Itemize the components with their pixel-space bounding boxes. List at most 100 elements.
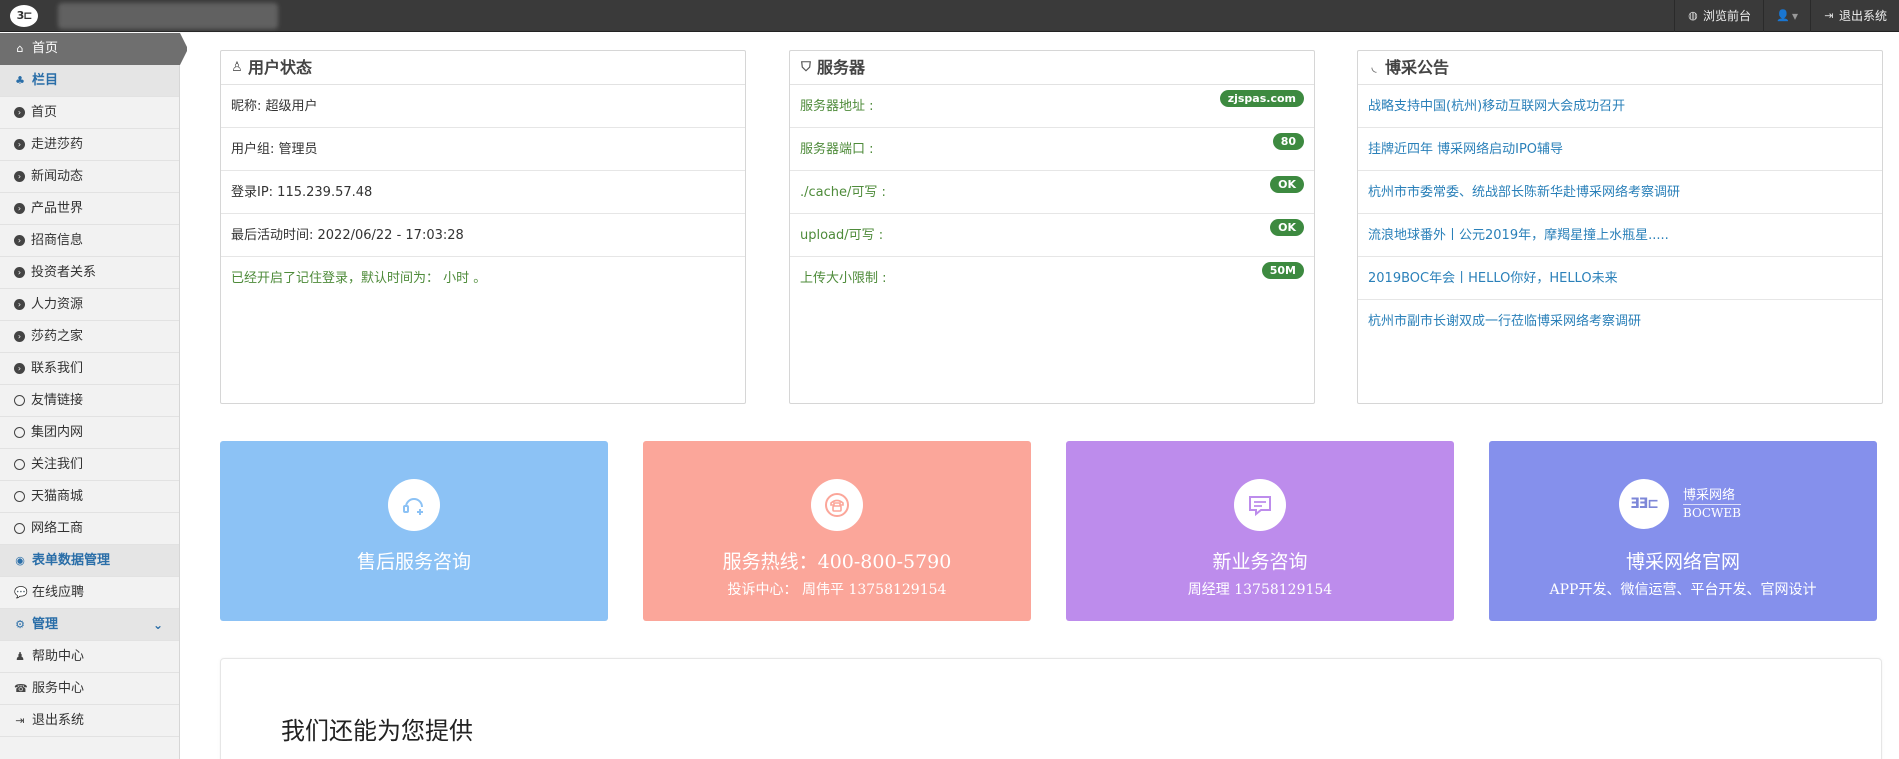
server-info-label: 上传大小限制 : — [800, 271, 887, 286]
sidebar-item-online-application[interactable]: 💬 在线应聘 — [0, 577, 179, 609]
sidebar-item-column[interactable]: › 莎药之家 — [0, 321, 179, 353]
official-site-card[interactable]: ƎƎ⊏ 博采网络 BOCWEB 博采网络官网 APP开发、微信运营、平台开发、官… — [1489, 441, 1877, 621]
sidebar-item-help[interactable]: ♟ 帮助中心 — [0, 641, 179, 673]
sidebar-item-label: 在线应聘 — [32, 584, 85, 600]
sidebar-section-admin[interactable]: ⚙ 管理 ⌄ — [0, 609, 179, 641]
sidebar-item-column[interactable]: › 招商信息 — [0, 225, 179, 257]
sitemap-icon: ♣ — [15, 73, 25, 87]
browse-frontend-link[interactable]: ◍ 浏览前台 — [1673, 0, 1763, 32]
sidebar-item-column[interactable]: › 投资者关系 — [0, 257, 179, 289]
globe-icon: ◉ — [15, 553, 25, 567]
circle-icon — [14, 491, 25, 502]
help-icon: ♟ — [15, 649, 25, 663]
headset-icon — [403, 498, 423, 515]
sidebar-item-column[interactable]: › 联系我们 — [0, 353, 179, 385]
server-info-list: 服务器地址 : zjspas.com 服务器端口 : 80 ./cache/可写 : OK… — [790, 85, 1314, 300]
panel-title: 用户状态 — [248, 57, 313, 77]
announcement-link[interactable]: 杭州市市委常委、统战部长陈新华赴博采网络考察调研 — [1358, 171, 1882, 214]
sidebar-item-column[interactable]: 网络工商 — [0, 513, 179, 545]
sidebar-item-column[interactable]: › 走进莎药 — [0, 129, 179, 161]
sidebar-item-column[interactable]: › 人力资源 — [0, 289, 179, 321]
user-group-row: 用户组: 管理员 — [221, 128, 745, 171]
sidebar-item-service[interactable]: ☎ 服务中心 — [0, 673, 179, 705]
brand-name-en: BOCWEB — [1683, 503, 1741, 520]
after-sales-card[interactable]: 售后服务咨询 — [220, 441, 608, 621]
server-info-row: 服务器端口 : 80 — [790, 128, 1314, 171]
gears-icon: ⚙ — [15, 617, 25, 631]
chevron-circle-right-icon: › — [14, 171, 25, 182]
status-badge: OK — [1270, 219, 1304, 236]
support-circle — [388, 479, 440, 531]
sidebar-section-columns[interactable]: ♣ 栏目 — [0, 65, 179, 97]
comments-icon: 💬 — [14, 585, 28, 599]
sidebar-item-logout[interactable]: ⇥ 退出系统 — [0, 705, 179, 737]
card-subtitle: 投诉中心： 周伟平 13758129154 — [727, 582, 947, 598]
browse-frontend-label: 浏览前台 — [1702, 9, 1751, 23]
sidebar-item-column[interactable]: 集团内网 — [0, 417, 179, 449]
sidebar-item-column[interactable]: › 产品世界 — [0, 193, 179, 225]
chevron-circle-right-icon: › — [14, 203, 25, 214]
announcement-link[interactable]: 2019BOC年会丨HELLO你好，HELLO未来 — [1358, 257, 1882, 300]
login-ip-row: 登录IP: 115.239.57.48 — [221, 171, 745, 214]
status-badge: OK — [1270, 176, 1304, 193]
top-nav: ◍ 浏览前台 👤 ▾ ⇥ 退出系统 — [1673, 0, 1899, 32]
chevron-circle-right-icon: › — [14, 267, 25, 278]
sidebar-item-label: 网络工商 — [31, 520, 84, 536]
logout-icon: ⇥ — [15, 713, 25, 727]
last-active-row: 最后活动时间: 2022/06/22 - 17:03:28 — [221, 214, 745, 257]
card-title: 博采网络官网 — [1625, 551, 1740, 573]
panel-header: ◟ 博采公告 — [1358, 51, 1882, 85]
boc-logo-icon: ƎƎ⊏ — [1619, 479, 1669, 529]
sidebar: ⌂ 首页 ♣ 栏目 › 首页 › 走进莎药 › 新闻动态 › 产品世界 › 招商信息 › 投资者关系 ›… — [0, 33, 187, 759]
user-nickname-row: 昵称: 超级用户 — [221, 85, 745, 128]
announcement-link[interactable]: 杭州市副市长谢双成一行莅临博采网络考察调研 — [1358, 300, 1882, 343]
chevron-down-icon[interactable]: ⌄ — [153, 609, 163, 641]
logout-icon: ⇥ — [1824, 9, 1834, 22]
chevron-circle-right-icon: › — [14, 107, 25, 118]
sidebar-item-label: 天猫商城 — [31, 488, 84, 504]
server-info-row: 服务器地址 : zjspas.com — [790, 85, 1314, 128]
announcement-link[interactable]: 流浪地球番外丨公元2019年，摩羯星撞上水瓶星..... — [1358, 214, 1882, 257]
status-badge: 80 — [1272, 133, 1304, 150]
new-business-card[interactable]: 新业务咨询 周经理 13758129154 — [1066, 441, 1454, 621]
sidebar-item-label: 集团内网 — [31, 424, 84, 440]
chevron-circle-right-icon: › — [14, 235, 25, 246]
server-info-row: 上传大小限制 : 50M — [790, 257, 1314, 300]
sidebar-item-column[interactable]: › 新闻动态 — [0, 161, 179, 193]
sidebar-item-home[interactable]: ⌂ 首页 — [0, 33, 187, 65]
sidebar-item-label: 首页 — [32, 41, 59, 56]
user-menu-dropdown[interactable]: 👤 ▾ — [1762, 0, 1810, 32]
hotline-card[interactable]: 服务热线：400-800-5790 投诉中心： 周伟平 13758129154 — [643, 441, 1031, 621]
card-title: 服务热线：400-800-5790 — [722, 551, 952, 573]
chevron-circle-right-icon: › — [14, 363, 25, 374]
panel-title: 服务器 — [817, 57, 866, 77]
sidebar-item-column[interactable]: 关注我们 — [0, 449, 179, 481]
circle-icon — [14, 459, 25, 470]
logout-link[interactable]: ⇥ 退出系统 — [1809, 0, 1899, 32]
status-badge: 50M — [1261, 262, 1304, 279]
sidebar-item-label: 莎药之家 — [31, 328, 84, 344]
circle-icon — [14, 427, 25, 438]
sidebar-section-form-data[interactable]: ◉ 表单数据管理 — [0, 545, 179, 577]
globe-icon: ◍ — [1688, 9, 1698, 22]
sidebar-item-column[interactable]: › 首页 — [0, 97, 179, 129]
card-subtitle: 周经理 13758129154 — [1187, 582, 1333, 598]
sidebar-section-label: 栏目 — [32, 72, 59, 88]
chevron-circle-right-icon: › — [14, 139, 25, 150]
sidebar-item-column[interactable]: 友情链接 — [0, 385, 179, 417]
announcement-link[interactable]: 挂牌近四年 博采网络启动IPO辅导 — [1358, 128, 1882, 171]
user-icon: 👤 — [1775, 9, 1790, 22]
services-section: 我们还能为您提供 — [220, 658, 1882, 759]
sidebar-item-label: 服务中心 — [32, 680, 85, 696]
sidebar-section-label: 表单数据管理 — [32, 552, 111, 568]
user-status-panel: ♙ 用户状态 昵称: 超级用户 用户组: 管理员 登录IP: 115.239.5… — [220, 50, 746, 404]
logo[interactable]: 3⊏ — [10, 5, 38, 27]
consult-circle — [1234, 479, 1286, 531]
sidebar-item-label: 友情链接 — [31, 392, 84, 408]
server-info-label: upload/可写 : — [800, 228, 884, 243]
sidebar-item-column[interactable]: 天猫商城 — [0, 481, 179, 513]
announcement-link[interactable]: 战略支持中国(杭州)移动互联网大会成功召开 — [1358, 85, 1882, 128]
server-info-label: ./cache/可写 : — [800, 185, 886, 200]
announcement-list: 战略支持中国(杭州)移动互联网大会成功召开 挂牌近四年 博采网络启动IPO辅导 杭州… — [1358, 85, 1882, 343]
circle-icon — [14, 523, 25, 534]
